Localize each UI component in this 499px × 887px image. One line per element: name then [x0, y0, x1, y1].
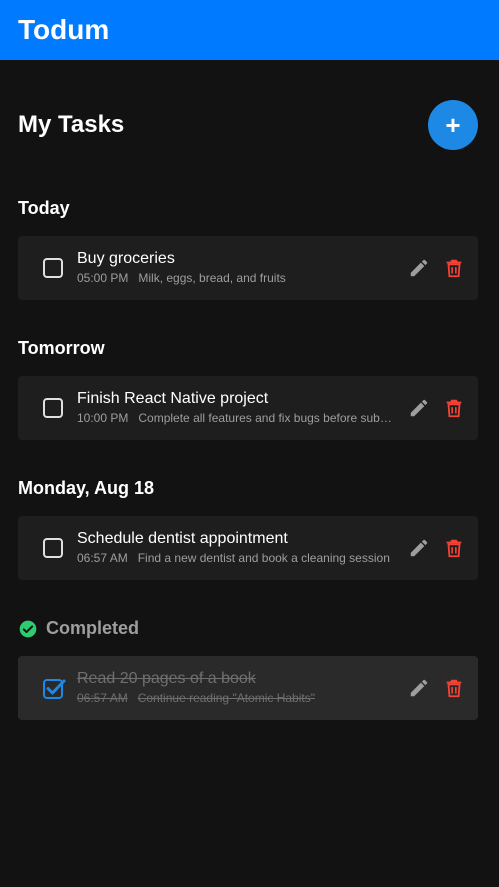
task-time: 06:57 AM — [77, 691, 128, 705]
task-description: Find a new dentist and book a cleaning s… — [137, 551, 390, 565]
checkbox-outline-icon[interactable] — [42, 397, 64, 419]
pencil-icon[interactable] — [408, 677, 430, 699]
task-text: Read 20 pages of a book 06:57 AM Continue… — [77, 670, 397, 705]
task-description: Milk, eggs, bread, and fruits — [138, 271, 286, 285]
checkbox-outline-icon[interactable] — [42, 257, 64, 279]
add-task-button[interactable]: + — [428, 100, 478, 150]
task-card[interactable]: Schedule dentist appointment 06:57 AM Fin… — [18, 516, 478, 580]
task-meta: 05:00 PM Milk, eggs, bread, and fruits — [77, 271, 397, 285]
task-card[interactable]: Finish React Native project 10:00 PM Comp… — [18, 376, 478, 440]
task-card[interactable]: Buy groceries 05:00 PM Milk, eggs, bread,… — [18, 236, 478, 300]
task-title: Read 20 pages of a book — [77, 670, 256, 687]
task-time: 10:00 PM — [77, 411, 129, 425]
task-description: Complete all features and fix bugs befor… — [138, 411, 392, 425]
app-title: Todum — [18, 14, 110, 45]
trash-icon[interactable] — [443, 396, 465, 420]
section-title-completed: Completed — [18, 618, 139, 639]
task-text: Finish React Native project 10:00 PM Comp… — [77, 390, 397, 425]
page-title: My Tasks — [18, 111, 125, 138]
pencil-icon[interactable] — [408, 257, 430, 279]
task-meta: 10:00 PM Complete all features and fix bu… — [77, 411, 397, 425]
task-title: Schedule dentist appointment — [77, 530, 288, 547]
section-title-today: Today — [18, 198, 70, 218]
task-card-completed[interactable]: Read 20 pages of a book 06:57 AM Continue… — [18, 656, 478, 720]
task-description: Continue reading "Atomic Habits" — [137, 691, 315, 705]
page-header: My Tasks + — [18, 100, 478, 150]
trash-icon[interactable] — [443, 256, 465, 280]
task-time: 05:00 PM — [77, 271, 129, 285]
section-title-tomorrow: Tomorrow — [18, 338, 105, 358]
checkbox-outline-icon[interactable] — [42, 537, 64, 559]
pencil-icon[interactable] — [408, 537, 430, 559]
task-text: Buy groceries 05:00 PM Milk, eggs, bread,… — [77, 250, 397, 285]
task-title: Finish React Native project — [77, 390, 269, 407]
task-time: 06:57 AM — [77, 551, 128, 565]
trash-icon[interactable] — [443, 676, 465, 700]
app-bar: Todum — [0, 0, 499, 60]
section-title-monday: Monday, Aug 18 — [18, 478, 155, 498]
checkbox-checked-icon[interactable] — [42, 676, 66, 700]
task-title: Buy groceries — [77, 250, 175, 267]
task-meta: 06:57 AM Continue reading "Atomic Habits" — [77, 691, 397, 705]
pencil-icon[interactable] — [408, 397, 430, 419]
task-meta: 06:57 AM Find a new dentist and book a cl… — [77, 551, 397, 565]
check-circle-icon — [19, 620, 37, 637]
task-text: Schedule dentist appointment 06:57 AM Fin… — [77, 530, 397, 565]
trash-icon[interactable] — [443, 536, 465, 560]
completed-label: Completed — [46, 618, 140, 638]
